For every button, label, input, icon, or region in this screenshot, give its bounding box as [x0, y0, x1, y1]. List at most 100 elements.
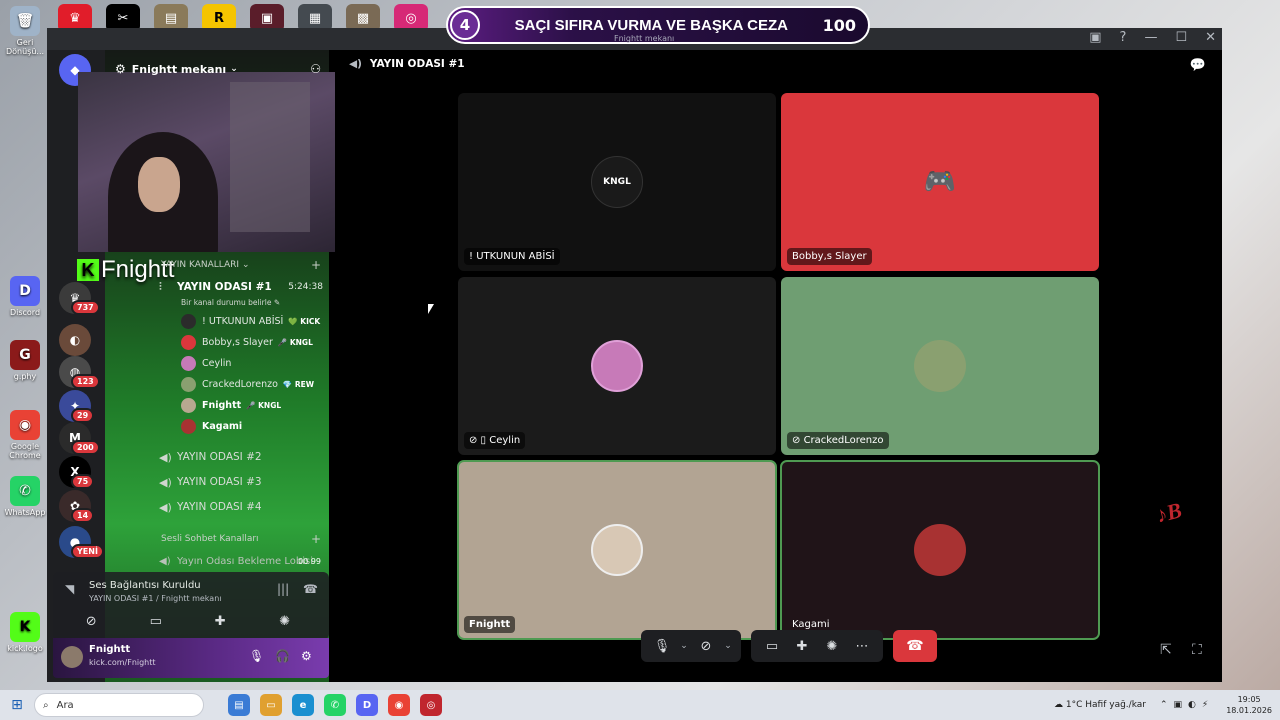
cloud-icon: ☁ [1054, 700, 1064, 710]
chevron-down-icon[interactable]: ⌄ [721, 641, 735, 651]
discord-icon[interactable]: D [356, 694, 378, 716]
chat-icon[interactable]: 💬 [1190, 58, 1206, 73]
camera-button[interactable]: ⊘ [66, 610, 116, 632]
channel-lobby[interactable]: ◀) Yayın Odası Bekleme Lobisi 00 99 [159, 552, 327, 570]
search-icon: ⌕ [43, 699, 49, 711]
disconnect-button[interactable]: ☎ [893, 630, 937, 662]
participant-tile[interactable]: ⊘ ▯ Ceylin [458, 277, 776, 455]
signal-icon[interactable]: ◥ [65, 582, 74, 596]
whatsapp-icon[interactable]: ✆ [324, 694, 346, 716]
desktop-icon-recycle-bin[interactable]: 🗑 Geri Dönüşü... [4, 6, 46, 56]
taskbar-app-icon[interactable]: ▤ [228, 694, 250, 716]
system-tray: ☁ 1°C Hafif yağ./kar ⌃▣◐⚡ 19:05 18.01.20… [1054, 690, 1272, 720]
voice-member[interactable]: ! UTKUNUN ABİSİ 💚 KICK [181, 311, 320, 331]
inbox-icon[interactable]: ▣ [1089, 30, 1101, 45]
popout-icon[interactable]: ⇱ [1160, 642, 1172, 658]
user-status: kick.com/Fnightt [89, 658, 156, 667]
mention-badge: 75 [71, 474, 95, 489]
activities-button[interactable]: ✚ [787, 631, 817, 661]
desktop-icon-discord[interactable]: D Discord [4, 276, 46, 317]
edge-icon[interactable]: e [292, 694, 314, 716]
kick-icon: K [10, 612, 40, 642]
overlay-score: 100 [822, 15, 856, 35]
avatar [181, 334, 196, 350]
chevron-down-icon[interactable]: ⌄ [677, 641, 691, 651]
invite-icon[interactable]: ⚇ [310, 62, 321, 76]
disconnect-icon[interactable]: ☎ [303, 582, 318, 596]
camera-off-button[interactable]: ⊘ [691, 631, 721, 661]
maximize-button[interactable]: ☐ [1175, 30, 1187, 45]
minimize-button[interactable]: — [1144, 30, 1157, 45]
desktop-icon-kick-logo[interactable]: Kkick.logo [4, 612, 46, 653]
channel-yayin-odasi-1[interactable]: ⫶ YAYIN ODASI #1 5:24:38 [159, 276, 327, 298]
webcam-face [138, 157, 180, 212]
participant-tile[interactable]: Fnightt [457, 460, 777, 640]
speaker-icon: ◀) [349, 58, 362, 70]
chevron-down-icon: ⌄ [230, 64, 238, 74]
avatar [914, 524, 966, 576]
channel-status[interactable]: Bir kanal durumu belirle ✎ [181, 298, 280, 307]
obs-icon[interactable]: ◎ [420, 694, 442, 716]
noise-suppression-icon[interactable]: ||| [277, 582, 289, 596]
category-header[interactable]: YAYIN KANALLARI ⌄ [161, 260, 250, 270]
server-name: Fnightt mekanı [131, 62, 227, 76]
channel-sidebar: ⚙ Fnightt mekanı ⌄ ⚇ K Fnightt YAYIN KAN… [53, 50, 365, 682]
avatar [181, 418, 196, 434]
channel-yayin-odasi-3[interactable]: ◀) YAYIN ODASI #3 [159, 471, 327, 493]
add-channel-icon[interactable]: + [311, 258, 321, 272]
help-icon[interactable]: ? [1120, 30, 1127, 45]
soundboard-button[interactable]: ✺ [817, 631, 847, 661]
avatar[interactable] [61, 646, 83, 668]
desktop-icon-gphy[interactable]: Gg.phy [4, 340, 46, 381]
speaker-icon: ◀) [159, 450, 172, 464]
desktop-icons: 🗑 Geri Dönüşü... D Discord Gg.phy ◉ Google … [0, 0, 48, 690]
channel-yayin-odasi-2[interactable]: ◀) YAYIN ODASI #2 [159, 446, 327, 468]
desktop-icon-chrome[interactable]: ◉ Google Chrome [4, 410, 46, 460]
windows-start-icon[interactable]: ⊞ [0, 690, 34, 720]
tray-icons[interactable]: ⌃▣◐⚡ [1160, 700, 1214, 710]
voice-action-buttons: ⊘ ▭ ✚ ✺ [59, 610, 317, 632]
activities-button[interactable]: ✚ [195, 610, 245, 632]
kick-icon: K [77, 259, 99, 281]
participant-tile[interactable]: 🎮 Bobby,s Slayer [781, 93, 1099, 271]
screen-share-button[interactable]: ▭ [131, 610, 181, 632]
mouse-cursor [427, 303, 435, 316]
category-header[interactable]: Sesli Sohbet Kanalları [161, 534, 259, 544]
weather-widget[interactable]: ☁ 1°C Hafif yağ./kar [1054, 700, 1146, 710]
settings-icon[interactable]: ⚙ [301, 649, 312, 663]
search-box[interactable]: ⌕ Ara [34, 693, 204, 717]
channel-yayin-odasi-4[interactable]: ◀) YAYIN ODASI #4 [159, 496, 327, 518]
voice-status: Ses Bağlantısı Kuruldu [89, 580, 201, 591]
mention-badge: 737 [71, 300, 100, 315]
screen-share-button[interactable]: ▭ [757, 631, 787, 661]
soundboard-button[interactable]: ✺ [260, 610, 310, 632]
more-options-button[interactable]: ⋯ [847, 631, 877, 661]
microphone-icon[interactable]: 🎙 [249, 649, 264, 663]
avatar [181, 355, 196, 371]
discord-icon: D [10, 276, 40, 306]
discord-icon: 🎮 [923, 167, 957, 197]
fullscreen-icon[interactable]: ⛶ [1192, 642, 1202, 658]
voice-member[interactable]: Fnightt 🎤 KNGL [181, 395, 281, 415]
voice-member[interactable]: Kagami [181, 416, 242, 436]
overlay-subtitle: Fnightt mekanı [614, 34, 675, 43]
avatar [181, 313, 196, 329]
microphone-button[interactable]: 🎙 [647, 631, 677, 661]
server-header[interactable]: ⚙ Fnightt mekanı ⌄ ⚇ [105, 50, 329, 88]
mention-badge: 14 [71, 508, 95, 523]
overlay-text: SAÇI SIFIRA VURMA VE BAŞKA CEZA [514, 16, 788, 34]
add-channel-icon[interactable]: + [311, 532, 321, 546]
participant-tile[interactable]: KNGL ! UTKUNUN ABİSİ [458, 93, 776, 271]
participant-tile[interactable]: Kagami [780, 460, 1100, 640]
voice-member[interactable]: Bobby,s Slayer 🎤 KNGL [181, 332, 313, 352]
participant-tile[interactable]: ⊘ CrackedLorenzo [781, 277, 1099, 455]
server-icon[interactable]: ◐ [59, 324, 91, 356]
desktop-icon-whatsapp[interactable]: ✆ WhatsApp [4, 476, 46, 517]
webcam-background [230, 82, 310, 232]
clock[interactable]: 19:05 18.01.2026 [1226, 694, 1272, 716]
taskbar: ⊞ ⌕ Ara ▤ ▭ e ✆ D ◉ ◎ ☁ 1°C Hafif yağ./k… [0, 690, 1280, 720]
file-explorer-icon[interactable]: ▭ [260, 694, 282, 716]
chrome-icon[interactable]: ◉ [388, 694, 410, 716]
close-button[interactable]: ✕ [1205, 30, 1216, 45]
headphones-icon[interactable]: 🎧 [275, 649, 290, 663]
